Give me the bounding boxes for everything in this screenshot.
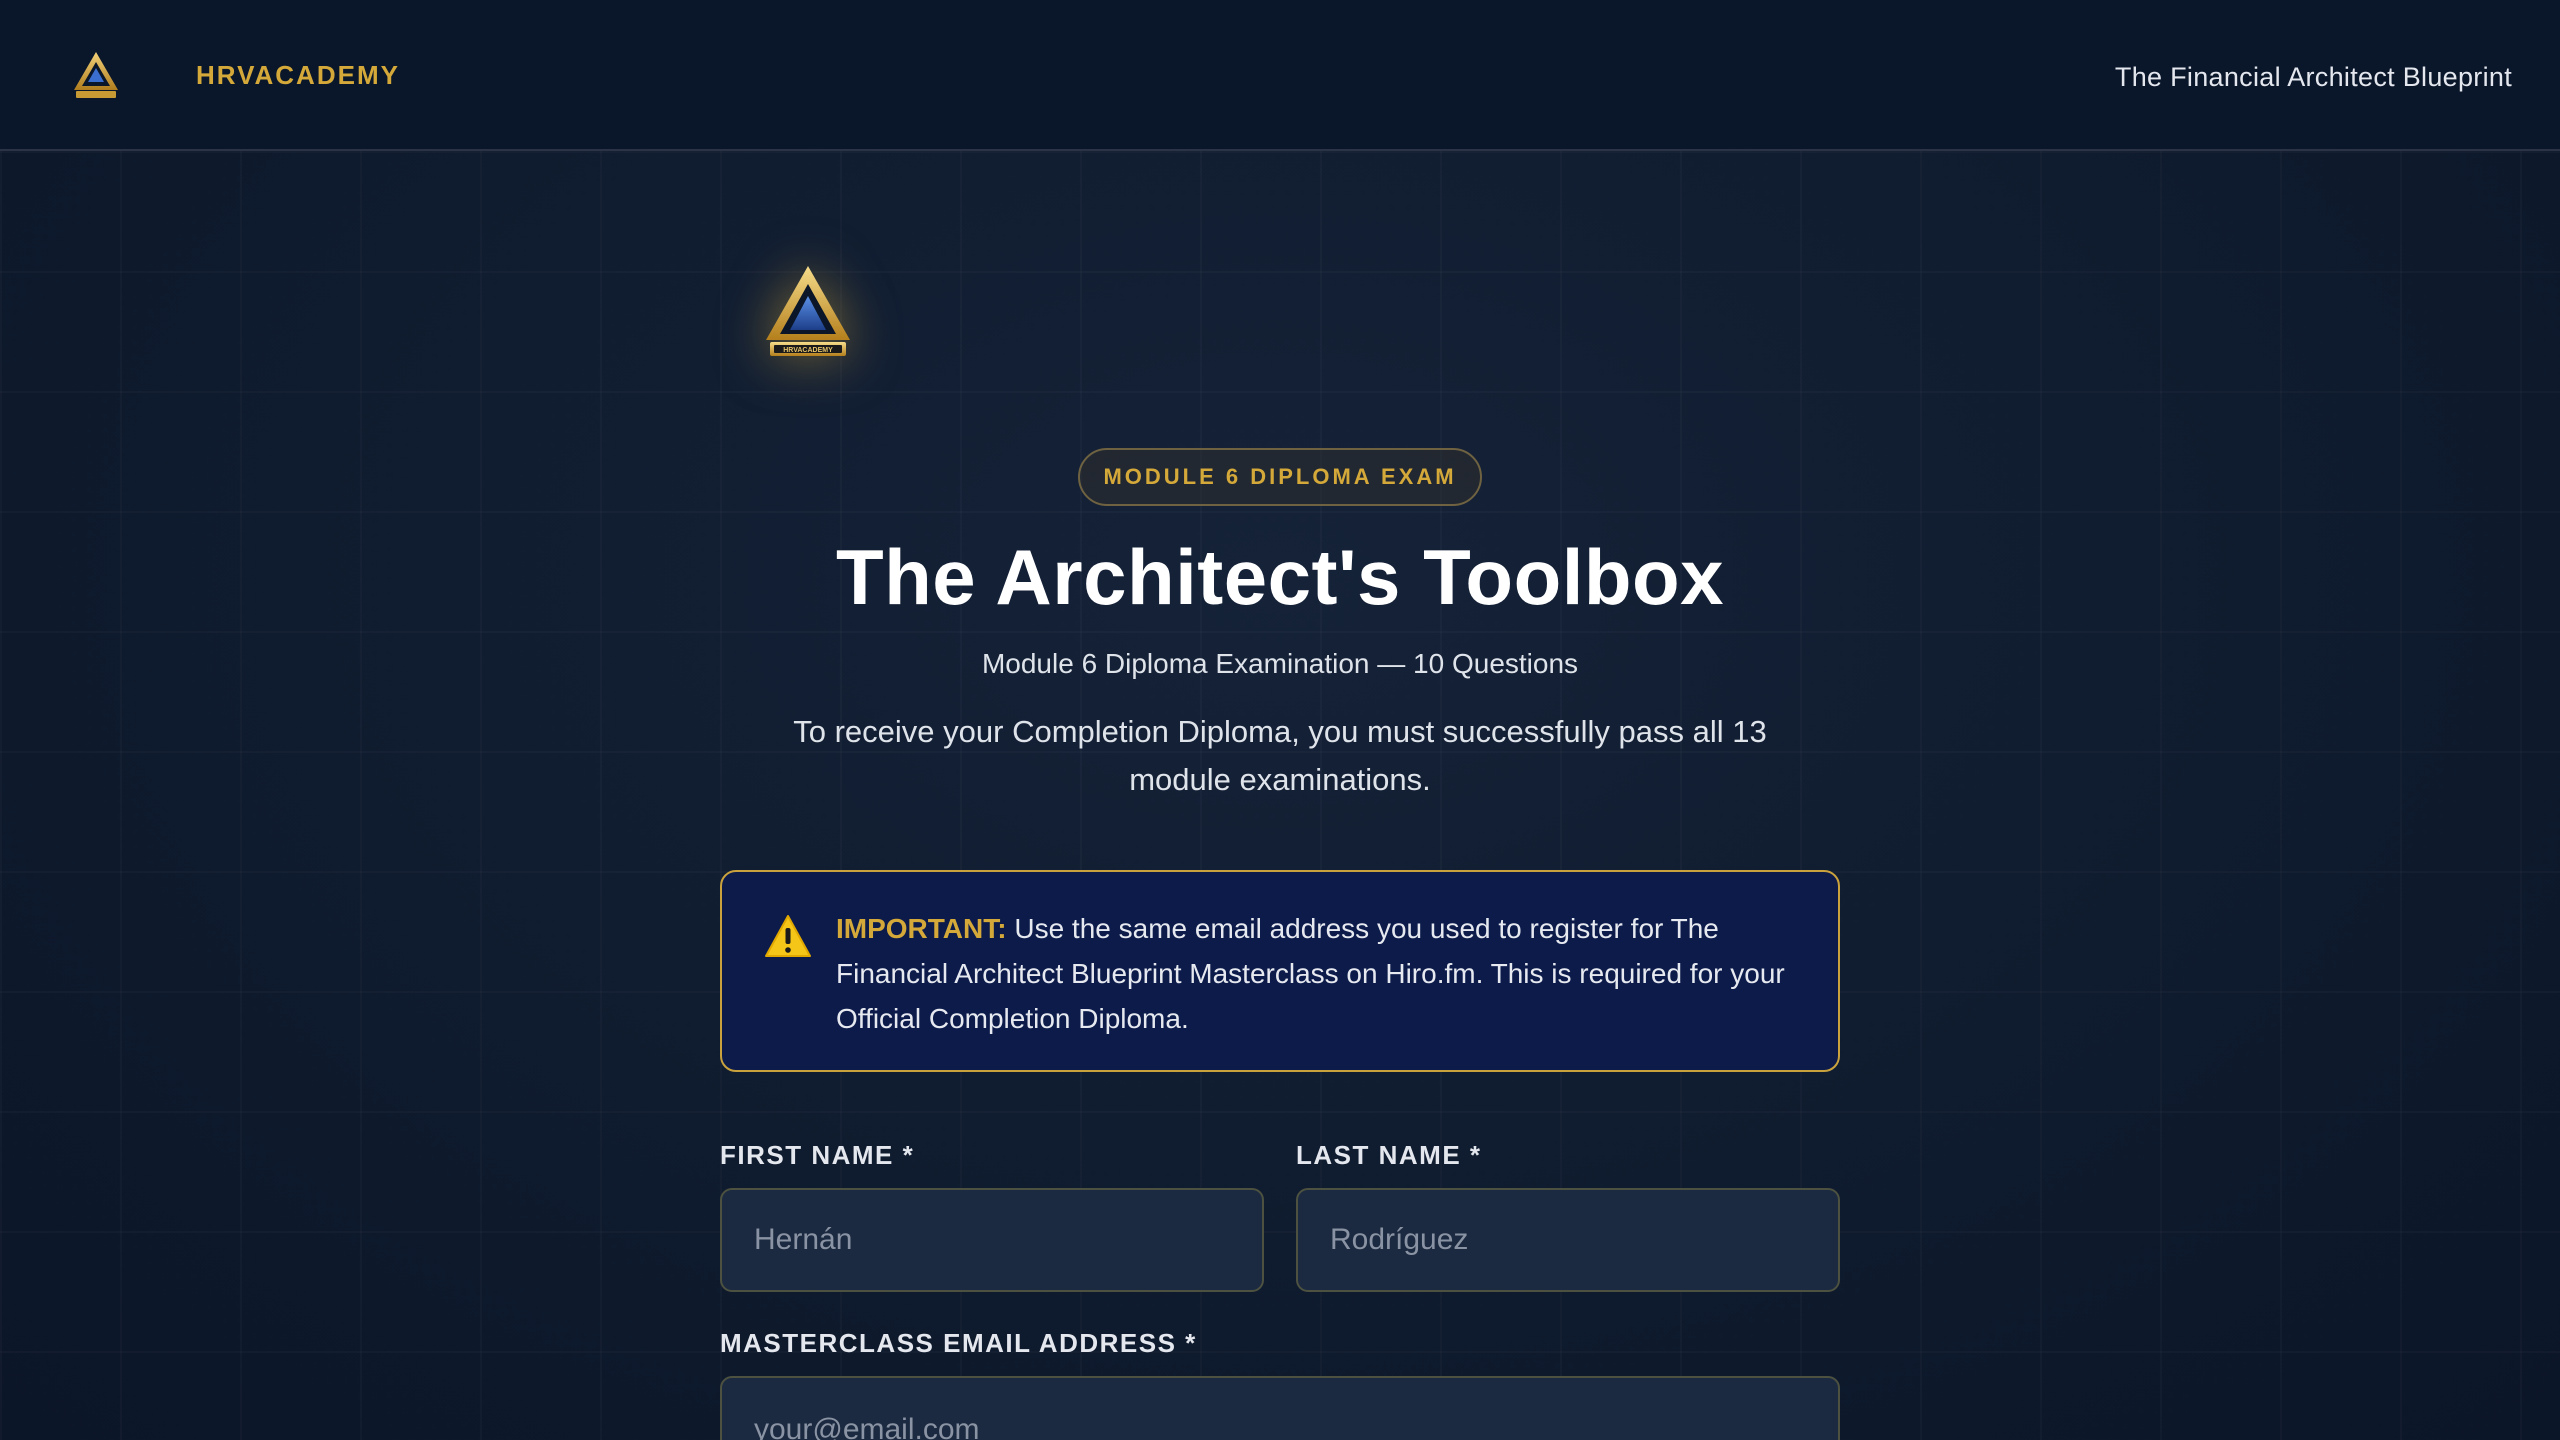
email-label: MASTERCLASS EMAIL ADDRESS * [720, 1328, 1197, 1358]
last-name-input[interactable] [1296, 1188, 1840, 1292]
exam-subtitle: Module 6 Diploma Examination — 10 Questi… [981, 648, 1579, 679]
important-notice: IMPORTANT: Use the same email address yo… [720, 870, 1840, 1072]
course-title: The Financial Architect Blueprint [2114, 62, 2512, 92]
top-navigation-bar: HRVACADEMY The Financial Architect Bluep… [0, 0, 2560, 151]
email-input[interactable] [720, 1376, 1840, 1440]
notice-label: IMPORTANT: [836, 913, 1007, 944]
first-name-input[interactable] [720, 1188, 1264, 1292]
last-name-label: LAST NAME * [1296, 1140, 1482, 1170]
first-name-label: FIRST NAME * [720, 1140, 915, 1170]
brand[interactable]: HRVACADEMY [72, 50, 400, 100]
academy-emblem-icon: HRVACADEMY [766, 266, 850, 356]
warning-icon [765, 915, 811, 957]
brand-name: HRVACADEMY [196, 59, 400, 90]
emblem-text: HRVACADEMY [783, 347, 833, 354]
exam-badge: MODULE 6 DIPLOMA EXAM [1078, 448, 1482, 506]
notice-text: IMPORTANT: Use the same email address yo… [836, 906, 1796, 1041]
exam-description: To receive your Completion Diploma, you … [793, 714, 1767, 797]
page-title: The Architect's Toolbox [835, 533, 1725, 621]
academy-triangle-logo-icon [74, 52, 118, 98]
